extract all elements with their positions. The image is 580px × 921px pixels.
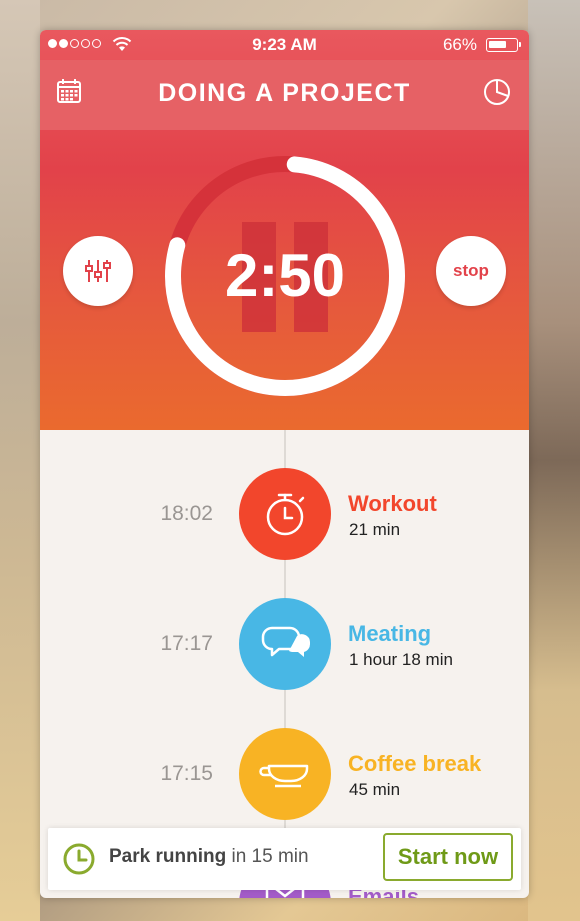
sliders-icon (85, 260, 111, 282)
battery-icon (486, 38, 521, 52)
timer-value: 2:50 (224, 242, 346, 309)
settings-button[interactable] (63, 236, 133, 306)
event-time: 17:15 (160, 762, 213, 785)
battery-percent: 66% (442, 35, 477, 54)
event-icon-circle (239, 728, 331, 820)
page-title: DOING A PROJECT (158, 79, 411, 107)
event-icon-circle (239, 468, 331, 560)
event-time: 18:02 (160, 502, 213, 525)
background-left (0, 0, 40, 921)
timeline-item[interactable]: 17:15 Coffee break 45 min (40, 728, 529, 820)
timeline-item[interactable]: 18:02 Workout 21 min (40, 468, 529, 560)
background-right (528, 0, 580, 921)
reminder-activity: Park running (109, 846, 227, 867)
timer-ring[interactable]: 2:50 (161, 152, 409, 400)
event-icon-circle (239, 598, 331, 690)
coffee-cup-icon (259, 764, 309, 788)
upcoming-reminder-bar: Park running in 15 min Start now (48, 828, 521, 890)
nav-bar: DOING A PROJECT (40, 60, 529, 130)
pie-chart-icon[interactable] (483, 78, 511, 106)
event-title: Coffee break (348, 751, 482, 776)
stop-button[interactable]: stop (436, 236, 506, 306)
event-duration: 21 min (349, 520, 401, 539)
event-time: 17:17 (160, 632, 213, 655)
reminder-text: Park running in 15 min (109, 846, 309, 868)
timer-panel: 9:23 AM 66% DOING A PROJECT 2:50 stop (40, 30, 529, 430)
event-title: Meating (348, 621, 432, 646)
chat-bubbles-icon (261, 626, 311, 657)
event-duration: 1 hour 18 min (349, 650, 453, 669)
status-bar: 9:23 AM 66% (40, 30, 529, 60)
event-duration: 45 min (349, 780, 401, 799)
phone-screen: 9:23 AM 66% DOING A PROJECT 2:50 stop 18… (40, 30, 529, 898)
timeline-item[interactable]: 17:17 Meating 1 hour 18 min (40, 598, 529, 690)
reminder-time: in 15 min (226, 846, 309, 867)
clock-icon (63, 843, 95, 875)
start-now-button[interactable]: Start now (383, 833, 513, 881)
event-title: Workout (348, 491, 437, 516)
stopwatch-icon (266, 493, 305, 536)
